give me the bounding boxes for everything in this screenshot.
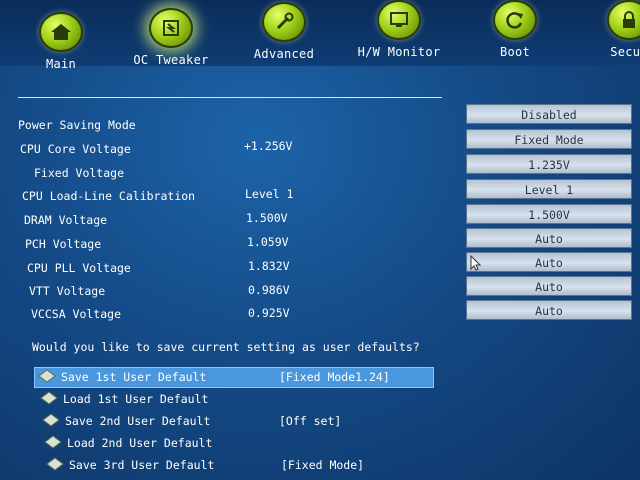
setting-label-vtt-voltage: VTT Voltage (29, 284, 106, 298)
tab-main[interactable]: Main (6, 12, 116, 71)
tweaker-icon (149, 8, 193, 48)
tab-security[interactable]: Secur (574, 0, 640, 59)
current-value-llc: Level 1 (245, 187, 294, 201)
option-cpu-pll-voltage[interactable]: Auto (466, 252, 632, 272)
folder-icon (40, 391, 58, 405)
folder-icon (44, 435, 62, 449)
option-cpu-core-voltage[interactable]: Fixed Mode (466, 129, 632, 149)
header-divider (18, 97, 442, 98)
save-3rd-user-default-label: Save 3rd User Default (69, 458, 215, 472)
tab-oc-tweaker-label: OC Tweaker (133, 53, 209, 67)
option-vtt-voltage[interactable]: Auto (466, 276, 632, 296)
setting-label-power-saving: Power Saving Mode (18, 118, 136, 132)
current-value-dram-voltage: 1.500V (246, 211, 288, 225)
current-value-cpu-core-voltage: +1.256V (244, 139, 293, 153)
setting-label-vccsa-voltage: VCCSA Voltage (31, 307, 122, 321)
wrench-icon (262, 2, 306, 42)
tab-hw-monitor[interactable]: H/W Monitor (344, 0, 454, 59)
setting-label-cpu-core-voltage: CPU Core Voltage (20, 142, 131, 156)
top-menu-bar: Main OC Tweaker Advanced H/W Monitor Boo… (0, 0, 640, 71)
current-value-vccsa-voltage: 0.925V (248, 306, 290, 320)
tab-hw-monitor-label: H/W Monitor (357, 45, 441, 59)
option-fixed-voltage[interactable]: 1.235V (466, 154, 632, 174)
setting-label-cpu-pll-voltage: CPU PLL Voltage (27, 261, 131, 275)
folder-icon (46, 457, 64, 471)
save-defaults-question: Would you like to save current setting a… (32, 340, 420, 354)
tab-advanced-label: Advanced (253, 47, 315, 61)
load-1st-user-default-label: Load 1st User Default (63, 392, 209, 406)
monitor-icon (377, 0, 421, 40)
save-1st-user-default-info: [Fixed Mode1.24] (279, 370, 390, 384)
save-1st-user-default-label: Save 1st User Default (61, 370, 207, 384)
current-value-vtt-voltage: 0.986V (248, 283, 290, 297)
tab-security-label: Secur (610, 45, 640, 59)
load-1st-user-default[interactable]: Load 1st User Default (37, 390, 337, 409)
save-3rd-user-default-info: [Fixed Mode] (281, 458, 365, 472)
tab-main-label: Main (45, 57, 77, 71)
security-icon (607, 0, 640, 40)
save-2nd-user-default-info: [Off set] (279, 414, 342, 428)
current-value-cpu-pll-voltage: 1.832V (248, 259, 290, 273)
setting-label-fixed-voltage: Fixed Voltage (34, 166, 125, 180)
setting-label-llc: CPU Load-Line Calibration (22, 189, 196, 203)
tab-oc-tweaker[interactable]: OC Tweaker (116, 8, 226, 67)
setting-label-pch-voltage: PCH Voltage (25, 237, 102, 251)
current-value-pch-voltage: 1.059V (247, 235, 289, 249)
save-1st-user-default[interactable]: Save 1st User Default [Fixed Mode1.24] (34, 367, 434, 388)
refresh-icon (493, 0, 537, 40)
option-llc[interactable]: Level 1 (466, 179, 632, 199)
tab-boot[interactable]: Boot (460, 0, 570, 59)
option-vccsa-voltage[interactable]: Auto (466, 300, 632, 320)
option-power-saving-mode[interactable]: Disabled (466, 104, 632, 124)
setting-label-dram-voltage: DRAM Voltage (24, 213, 108, 227)
option-dram-voltage[interactable]: 1.500V (466, 204, 632, 224)
folder-icon (38, 369, 56, 383)
save-2nd-user-default-label: Save 2nd User Default (65, 414, 211, 428)
save-3rd-user-default[interactable]: Save 3rd User Default [Fixed Mode] (43, 456, 373, 475)
option-pch-voltage[interactable]: Auto (466, 228, 632, 248)
tab-boot-label: Boot (499, 45, 531, 59)
load-2nd-user-default-label: Load 2nd User Default (67, 436, 213, 450)
load-2nd-user-default[interactable]: Load 2nd User Default (41, 434, 341, 453)
folder-icon (42, 413, 60, 427)
mouse-pointer-icon (470, 255, 482, 271)
save-2nd-user-default[interactable]: Save 2nd User Default [Off set] (39, 412, 359, 431)
home-icon (39, 12, 83, 52)
tab-advanced[interactable]: Advanced (229, 2, 339, 61)
